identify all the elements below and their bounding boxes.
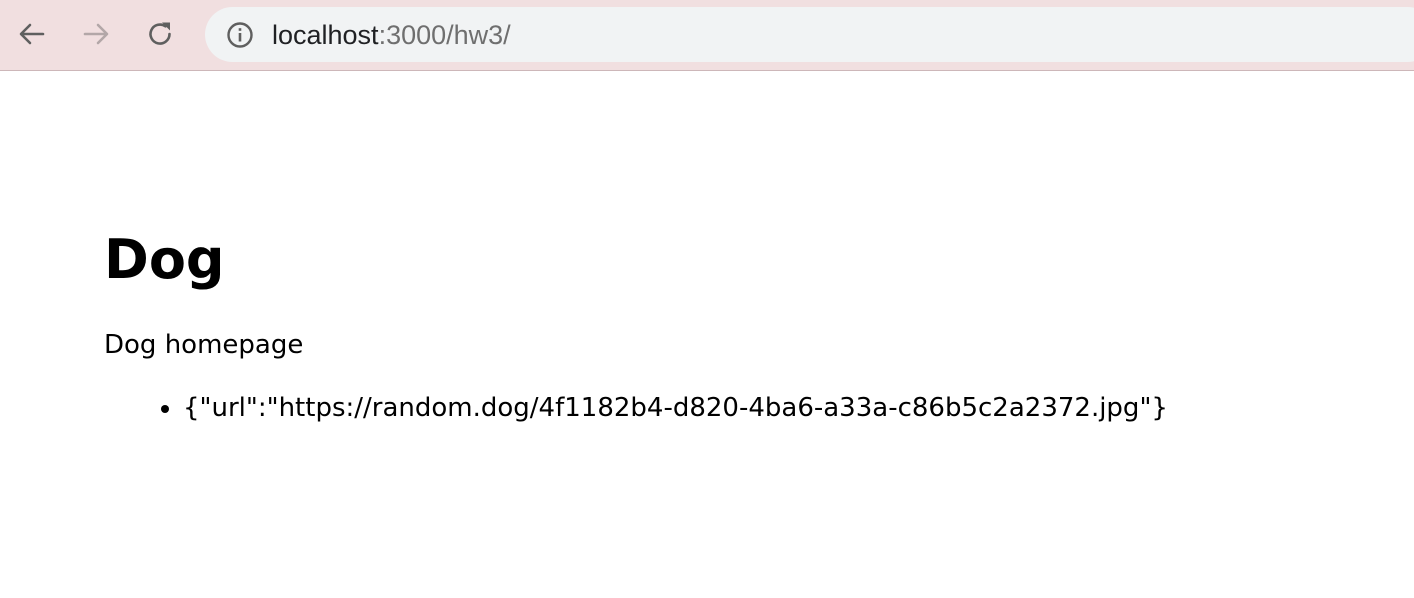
reload-icon <box>149 22 171 45</box>
page-subtitle: Dog homepage <box>104 330 304 360</box>
list-item: {"url":"https://random.dog/4f1182b4-d820… <box>183 391 1384 425</box>
info-circle-icon[interactable] <box>225 20 255 50</box>
url-text[interactable]: localhost:3000/hw3/ <box>272 20 511 50</box>
page-heading: Dog <box>104 228 225 291</box>
address-bar[interactable]: localhost:3000/hw3/ <box>205 7 1414 62</box>
browser-toolbar: localhost:3000/hw3/ <box>0 0 1414 71</box>
forward-button[interactable] <box>76 14 116 54</box>
url-path: :3000/hw3/ <box>378 20 511 50</box>
url-host: localhost <box>272 20 379 50</box>
arrow-left-icon <box>19 23 45 45</box>
reload-button[interactable] <box>140 14 180 54</box>
dog-list: {"url":"https://random.dog/4f1182b4-d820… <box>104 391 1384 425</box>
page-content: Dog Dog homepage {"url":"https://random.… <box>104 225 1384 425</box>
arrow-right-icon <box>83 23 109 45</box>
back-button[interactable] <box>12 14 52 54</box>
